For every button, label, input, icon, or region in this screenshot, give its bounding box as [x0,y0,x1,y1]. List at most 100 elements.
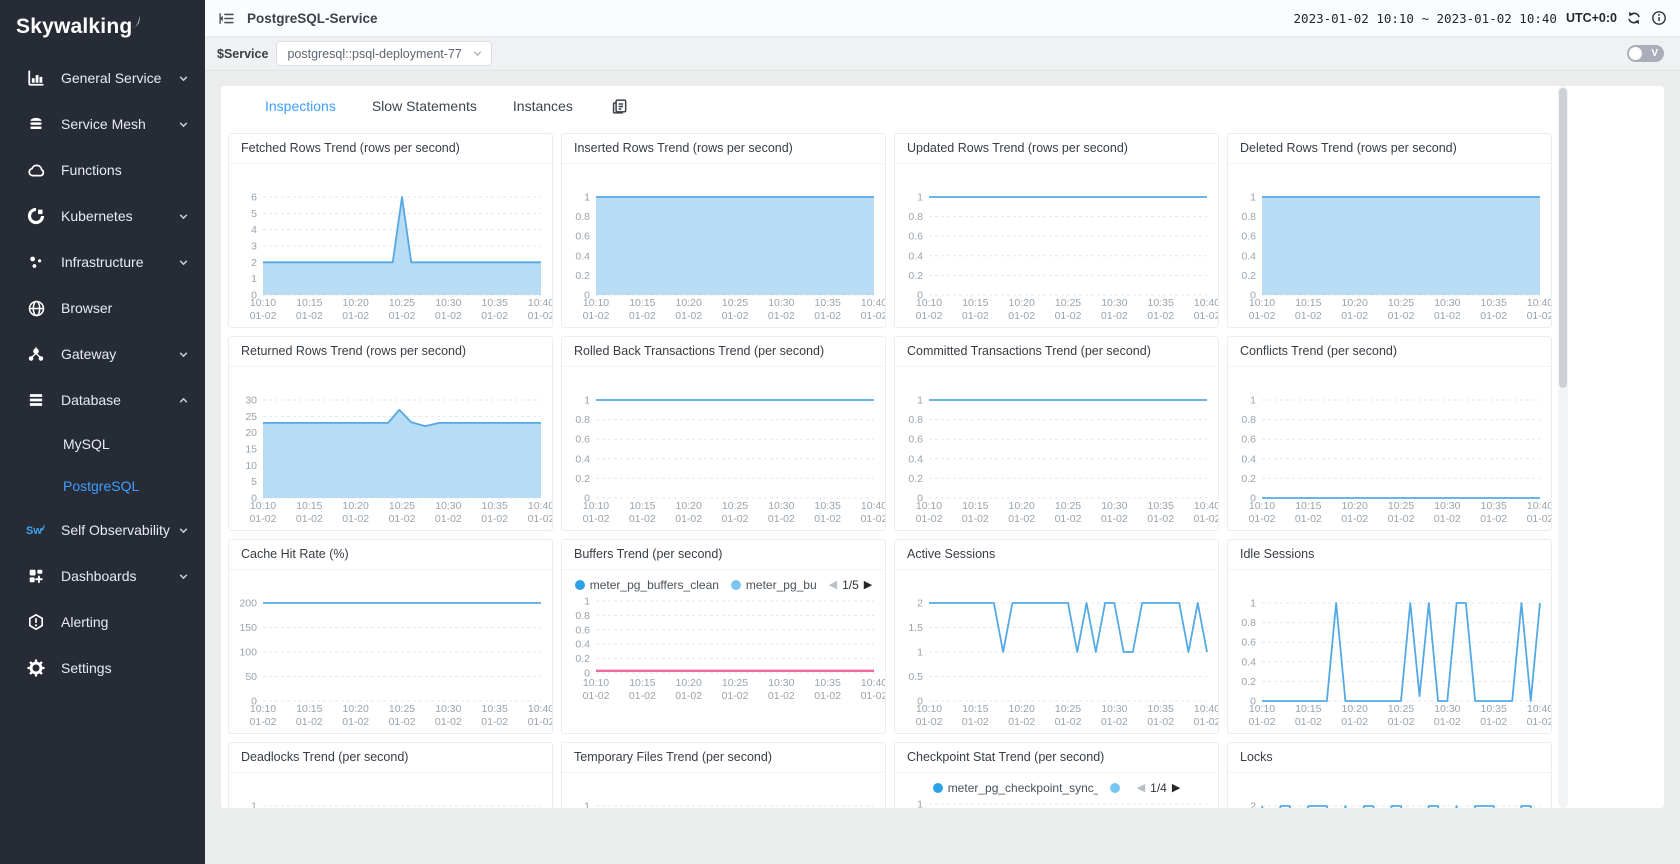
svg-text:0.8: 0.8 [908,211,923,223]
vertical-scrollbar[interactable] [1558,86,1568,808]
svg-text:01-02: 01-02 [342,716,369,728]
legend-item-meter-pg-bu[interactable]: meter_pg_bu [731,578,817,592]
chart-plot: 20015010050010:1001-0210:1501-0210:2001-… [229,596,552,734]
sidebar-item-dashboards[interactable]: Dashboards [0,553,205,599]
svg-text:10:30: 10:30 [1101,500,1127,512]
sidebar-item-settings[interactable]: Settings [0,645,205,691]
sidebar-item-postgresql[interactable]: PostgreSQL [0,465,205,507]
svg-text:01-02: 01-02 [528,513,552,525]
svg-text:01-02: 01-02 [1388,513,1415,525]
svg-text:10:10: 10:10 [1249,500,1275,512]
svg-text:10:10: 10:10 [250,500,276,512]
svg-text:10:15: 10:15 [1295,297,1321,309]
legend-next-icon[interactable]: ▶ [864,580,872,591]
sidebar-item-service-mesh[interactable]: Service Mesh [0,101,205,147]
app-root: Skywalking General Service Service Mesh … [0,0,1680,864]
svg-text:10:20: 10:20 [1009,703,1035,715]
svg-text:01-02: 01-02 [1388,716,1415,728]
svg-text:10:40: 10:40 [1194,297,1218,309]
sidebar-item-mysql[interactable]: MySQL [0,423,205,465]
chart-title: Locks [1228,743,1551,773]
svg-text:10:35: 10:35 [815,500,841,512]
sidebar-item-infrastructure[interactable]: Infrastructure [0,239,205,285]
chart-legend [229,164,552,190]
svg-text:01-02: 01-02 [583,513,610,525]
sidebar-item-kubernetes[interactable]: Kubernetes [0,193,205,239]
legend-item-meter-pg-checkpoint-sync-time-rate[interactable]: meter_pg_checkpoint_sync_time_rate [933,781,1098,795]
chart-plot: 10.80.60.40.2010:1001-0210:1501-0210:200… [562,190,885,328]
sidebar-item-gateway[interactable]: Gateway [0,331,205,377]
sidebar-fold-icon[interactable] [218,10,235,27]
svg-text:01-02: 01-02 [916,513,943,525]
svg-text:10:10: 10:10 [916,703,942,715]
legend-next-icon[interactable]: ▶ [1172,783,1180,794]
svg-text:01-02: 01-02 [1249,716,1276,728]
svg-text:01-02: 01-02 [1101,716,1128,728]
svg-text:01-02: 01-02 [481,513,508,525]
chevron-down-icon [178,525,189,536]
svg-text:2: 2 [1250,801,1256,809]
svg-text:10:20: 10:20 [343,703,369,715]
chart-legend [895,164,1218,190]
svg-text:0.4: 0.4 [1241,250,1256,262]
svg-text:10:10: 10:10 [1249,703,1275,715]
tab-slow-statements[interactable]: Slow Statements [372,98,477,114]
refresh-icon[interactable] [1626,10,1642,26]
cloud-icon [26,161,46,179]
copy-icon[interactable] [611,98,628,115]
info-icon[interactable] [1651,10,1667,26]
svg-text:10:25: 10:25 [722,500,748,512]
tab-instances[interactable]: Instances [513,98,573,114]
sidebar-item-functions[interactable]: Functions [0,147,205,193]
sidebar-item-browser[interactable]: Browser [0,285,205,331]
chart-legend [895,570,1218,596]
svg-text:0.8: 0.8 [1241,414,1256,426]
legend-item-series[interactable] [1110,783,1125,793]
svg-text:10:20: 10:20 [1342,500,1368,512]
svg-text:15: 15 [245,444,257,456]
svg-text:10:30: 10:30 [1434,500,1460,512]
chart-plot: 654321010:1001-0210:1501-0210:2001-0210:… [229,190,552,328]
svg-text:1: 1 [1250,395,1256,407]
svg-text:01-02: 01-02 [1008,513,1035,525]
chart-card-fetched-rows-trend-rows-per-second: Fetched Rows Trend (rows per second) 654… [228,133,553,328]
svg-text:10:25: 10:25 [722,677,748,689]
sidebar-item-self-observability[interactable]: Sw Self Observability [0,507,205,553]
svg-text:10:25: 10:25 [389,297,415,309]
chart-legend [562,164,885,190]
skywalking-logo[interactable]: Skywalking [0,0,205,47]
time-range[interactable]: 2023-01-02 10:10 ~ 2023-01-02 10:40 [1294,11,1557,26]
chart-legend [1228,773,1551,799]
chevron-down-icon [178,571,189,582]
chart-plot: 10.80.60.40.2010:1001-0210:1501-0210:200… [562,393,885,531]
svg-text:01-02: 01-02 [675,310,702,322]
legend-item-meter-pg-buffers-clean[interactable]: meter_pg_buffers_clean [575,578,719,592]
sidebar-item-alerting[interactable]: Alerting [0,599,205,645]
sidebar-menu: General Service Service Mesh Functions K… [0,55,205,691]
tab-inspections[interactable]: Inspections [265,98,336,114]
sidebar-item-general-service[interactable]: General Service [0,55,205,101]
scrollbar-thumb[interactable] [1559,88,1567,388]
sidebar-item-database[interactable]: Database [0,377,205,423]
chart-title: Temporary Files Trend (per second) [562,743,885,773]
svg-text:10:35: 10:35 [1481,500,1507,512]
svg-text:0.4: 0.4 [575,453,590,465]
svg-text:10:30: 10:30 [768,500,794,512]
svg-text:10:15: 10:15 [962,500,988,512]
svg-text:0.8: 0.8 [575,610,590,622]
chart-plot: 10.80.60.40.2010:1001-0210:1501-0210:200… [895,190,1218,328]
charts-grid: Fetched Rows Trend (rows per second) 654… [221,126,1664,808]
chart-card-conflicts-trend-per-second: Conflicts Trend (per second) 10.80.60.40… [1227,336,1552,531]
chart-card-idle-sessions: Idle Sessions 10.80.60.40.2010:1001-0210… [1227,539,1552,734]
svg-text:01-02: 01-02 [675,513,702,525]
auto-refresh-toggle[interactable]: V [1627,45,1664,62]
svg-text:10:20: 10:20 [1009,297,1035,309]
service-select[interactable]: postgresql::psql-deployment-77 [276,41,491,66]
svg-text:5: 5 [251,476,257,488]
svg-text:10:35: 10:35 [815,677,841,689]
legend-prev-icon[interactable]: ◀ [829,580,837,591]
legend-prev-icon[interactable]: ◀ [1137,783,1145,794]
svg-text:01-02: 01-02 [1055,513,1082,525]
svg-text:01-02: 01-02 [962,310,989,322]
svg-text:01-02: 01-02 [1480,716,1507,728]
